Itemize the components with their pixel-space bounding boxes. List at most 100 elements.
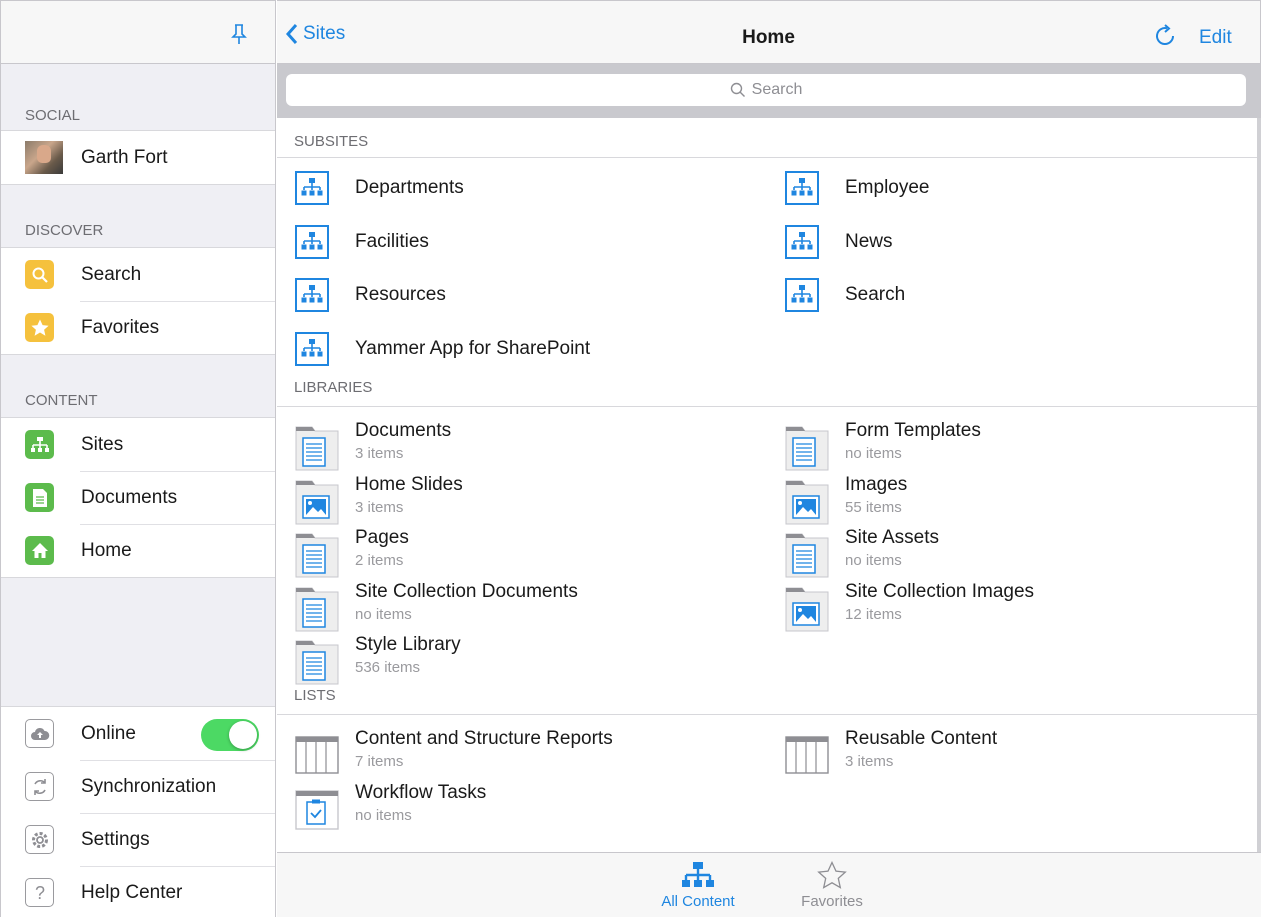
subsite-item[interactable]: Search [767, 278, 1247, 331]
librarie-item[interactable]: Images 55 items [767, 471, 1247, 524]
item-name: News [845, 230, 893, 252]
task-list-icon [295, 785, 339, 836]
librarie-item[interactable]: Form Templates no items [767, 417, 1247, 471]
picture-library-icon [295, 477, 339, 530]
item-name: Employee [845, 177, 930, 198]
picture-library-icon [785, 477, 829, 530]
librarie-item[interactable]: Site Assets no items [767, 524, 1247, 578]
search-icon [25, 260, 54, 289]
item-name: Resources [355, 284, 446, 305]
sidebar-item-label: Online [81, 722, 136, 744]
item-name: Pages [355, 527, 409, 548]
librarie-item[interactable]: Site Collection Images 12 items [767, 578, 1247, 631]
item-name: Documents [355, 420, 452, 441]
item-name: Site Assets [845, 527, 939, 548]
sidebar-item-search[interactable]: Search [1, 248, 275, 301]
lists-grid: Content and Structure Reports 7 items Reus… [277, 715, 1257, 835]
document-library-icon [295, 637, 339, 690]
page-title: Home [742, 27, 795, 48]
item-count: no items [355, 605, 412, 623]
item-name: Home Slides [355, 473, 463, 495]
star-icon [25, 313, 54, 342]
sidebar-item-label: Favorites [81, 316, 160, 338]
sidebar-item-help-center[interactable]: ? Help Center [1, 866, 275, 917]
sitemap-icon [25, 430, 54, 459]
discover-group: Search Favorites [1, 247, 275, 355]
sidebar-item-settings[interactable]: Settings [1, 813, 275, 866]
item-name: Workflow Tasks [355, 781, 487, 803]
item-name: Site Collection Documents [355, 580, 578, 602]
sidebar-item-label: Sites [81, 433, 124, 455]
tab-bar: All Content Favorites [277, 852, 1261, 917]
item-name: Departments [355, 177, 464, 198]
item-count: 536 items [355, 659, 421, 676]
sidebar-item-sites[interactable]: Sites [1, 418, 275, 471]
online-toggle[interactable] [201, 719, 259, 751]
subsite-item[interactable]: Yammer App for SharePoint [277, 331, 757, 385]
document-icon [25, 483, 54, 512]
item-count: 12 items [845, 605, 902, 623]
sidebar-item-label: Search [81, 263, 142, 285]
subsite-icon [785, 278, 819, 317]
pin-icon[interactable] [229, 23, 249, 45]
subsite-item[interactable]: Employee [767, 171, 1247, 224]
list-icon [295, 731, 339, 780]
home-icon [25, 536, 54, 565]
main-panel: Sites Home Edit Search SUBSITES Departme… [277, 0, 1261, 917]
tab-favorites[interactable]: Favorites [782, 861, 882, 910]
sidebar-item-user[interactable]: Garth Fort [1, 131, 275, 184]
subsite-icon [785, 224, 819, 264]
edit-button[interactable]: Edit [1199, 27, 1232, 49]
search-bar: Search [277, 64, 1261, 118]
search-icon [730, 82, 745, 97]
libraries-grid: Documents 3 items Form Templates no items Ho… [277, 407, 1257, 685]
librarie-item[interactable]: Documents 3 items [277, 417, 757, 471]
content-group: Sites Documents Home [1, 417, 275, 578]
sidebar-bottom-group: Online Synchronization Settings ? Help C… [1, 706, 275, 917]
librarie-item[interactable]: Pages 2 items [277, 524, 757, 578]
list-item[interactable]: Content and Structure Reports 7 items [277, 725, 757, 778]
librarie-item[interactable]: Style Library 536 items [277, 631, 757, 685]
gear-icon [25, 825, 54, 854]
sidebar-item-favorites[interactable]: Favorites [1, 301, 275, 354]
item-count: 3 items [355, 498, 404, 516]
section-title-discover: DISCOVER [25, 222, 104, 239]
nav-bar: Sites Home Edit [277, 0, 1261, 64]
svg-text:?: ? [34, 883, 44, 903]
item-name: Reusable Content [845, 728, 998, 749]
list-icon [785, 731, 829, 780]
document-library-icon [295, 584, 339, 637]
avatar [25, 141, 63, 174]
subsite-icon [295, 171, 329, 210]
librarie-item[interactable]: Home Slides 3 items [277, 471, 757, 524]
item-count: 55 items [845, 498, 902, 516]
sidebar-item-documents[interactable]: Documents [1, 471, 275, 524]
subsite-item[interactable]: News [767, 224, 1247, 278]
sidebar-item-label: Settings [81, 828, 150, 850]
tab-label: Favorites [801, 893, 863, 910]
subsite-item[interactable]: Departments [277, 171, 757, 224]
refresh-icon[interactable] [1152, 23, 1178, 49]
subsite-item[interactable]: Facilities [277, 224, 757, 278]
item-count: 3 items [355, 445, 404, 462]
item-name: Facilities [355, 230, 429, 252]
search-input[interactable]: Search [286, 74, 1246, 106]
list-item[interactable]: Workflow Tasks no items [277, 779, 757, 832]
subsite-icon [785, 171, 819, 210]
item-count: 7 items [355, 753, 404, 770]
librarie-item[interactable]: Site Collection Documents no items [277, 578, 757, 631]
subsite-icon [295, 224, 329, 264]
list-item[interactable]: Reusable Content 3 items [767, 725, 1247, 778]
sidebar-item-home[interactable]: Home [1, 524, 275, 577]
picture-library-icon [785, 584, 829, 637]
sidebar-item-label: Help Center [81, 881, 183, 903]
sidebar-item-synchronization[interactable]: Synchronization [1, 760, 275, 813]
tab-all-content[interactable]: All Content [648, 861, 748, 910]
subsites-grid: Departments Employee Facilities News Resourc… [277, 158, 1257, 374]
subsite-item[interactable]: Resources [277, 278, 757, 331]
sidebar-item-label: Documents [81, 486, 178, 508]
social-group: Garth Fort [1, 130, 275, 185]
sidebar-item-online: Online [1, 707, 275, 760]
item-count: no items [845, 552, 902, 569]
content-list: SUBSITES Departments Employee Facilities Ne… [277, 118, 1261, 852]
